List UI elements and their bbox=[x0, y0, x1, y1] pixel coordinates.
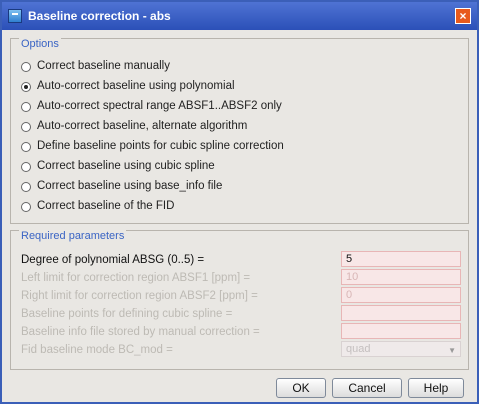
option-label: Auto-correct spectral range ABSF1..ABSF2… bbox=[37, 100, 282, 112]
options-title: Options bbox=[19, 38, 61, 50]
param-label-absg: Degree of polynomial ABSG (0..5) = bbox=[21, 254, 205, 266]
absf2-field[interactable]: 0 bbox=[341, 287, 461, 303]
option-label: Correct baseline manually bbox=[37, 60, 170, 72]
option-label: Auto-correct baseline, alternate algorit… bbox=[37, 120, 248, 132]
ok-button[interactable]: OK bbox=[276, 378, 326, 398]
window-title: Baseline correction - abs bbox=[28, 9, 171, 23]
title-bar[interactable]: Baseline correction - abs × bbox=[2, 2, 477, 30]
radio-button[interactable] bbox=[21, 142, 31, 152]
bc-mod-select[interactable]: quad ▼ bbox=[341, 341, 461, 357]
absg-field[interactable]: 5 bbox=[341, 251, 461, 267]
radio-button[interactable] bbox=[21, 122, 31, 132]
app-icon bbox=[8, 9, 22, 23]
radio-button[interactable] bbox=[21, 162, 31, 172]
baseline-correction-dialog: Baseline correction - abs × Options Corr… bbox=[0, 0, 479, 404]
param-label-baseline-info: Baseline info file stored by manual corr… bbox=[21, 326, 260, 338]
bc-mod-value: quad bbox=[346, 343, 371, 355]
close-button[interactable]: × bbox=[455, 8, 471, 24]
radio-button-selected[interactable] bbox=[21, 82, 31, 92]
radio-button[interactable] bbox=[21, 202, 31, 212]
radio-button[interactable] bbox=[21, 102, 31, 112]
absf1-field[interactable]: 10 bbox=[341, 269, 461, 285]
required-parameters-group: Required parameters Degree of polynomial… bbox=[10, 230, 469, 370]
cancel-button[interactable]: Cancel bbox=[332, 378, 402, 398]
spline-points-field[interactable] bbox=[341, 305, 461, 321]
param-label-bc-mod: Fid baseline mode BC_mod = bbox=[21, 344, 173, 356]
radio-button[interactable] bbox=[21, 182, 31, 192]
baseline-info-field[interactable] bbox=[341, 323, 461, 339]
option-label: Auto-correct baseline using polynomial bbox=[37, 80, 235, 92]
option-label: Define baseline points for cubic spline … bbox=[37, 140, 284, 152]
option-label: Correct baseline using base_info file bbox=[37, 180, 223, 192]
chevron-down-icon: ▼ bbox=[448, 346, 456, 355]
param-label-absf2: Right limit for correction region ABSF2 … bbox=[21, 290, 258, 302]
help-button[interactable]: Help bbox=[408, 378, 464, 398]
option-label: Correct baseline using cubic spline bbox=[37, 160, 215, 172]
param-label-absf1: Left limit for correction region ABSF1 [… bbox=[21, 272, 251, 284]
parameters-title: Required parameters bbox=[19, 230, 127, 242]
radio-button[interactable] bbox=[21, 62, 31, 72]
param-label-spline-points: Baseline points for defining cubic splin… bbox=[21, 308, 233, 320]
option-label: Correct baseline of the FID bbox=[37, 200, 175, 212]
options-group: Options Correct baseline manually Auto-c… bbox=[10, 38, 469, 224]
